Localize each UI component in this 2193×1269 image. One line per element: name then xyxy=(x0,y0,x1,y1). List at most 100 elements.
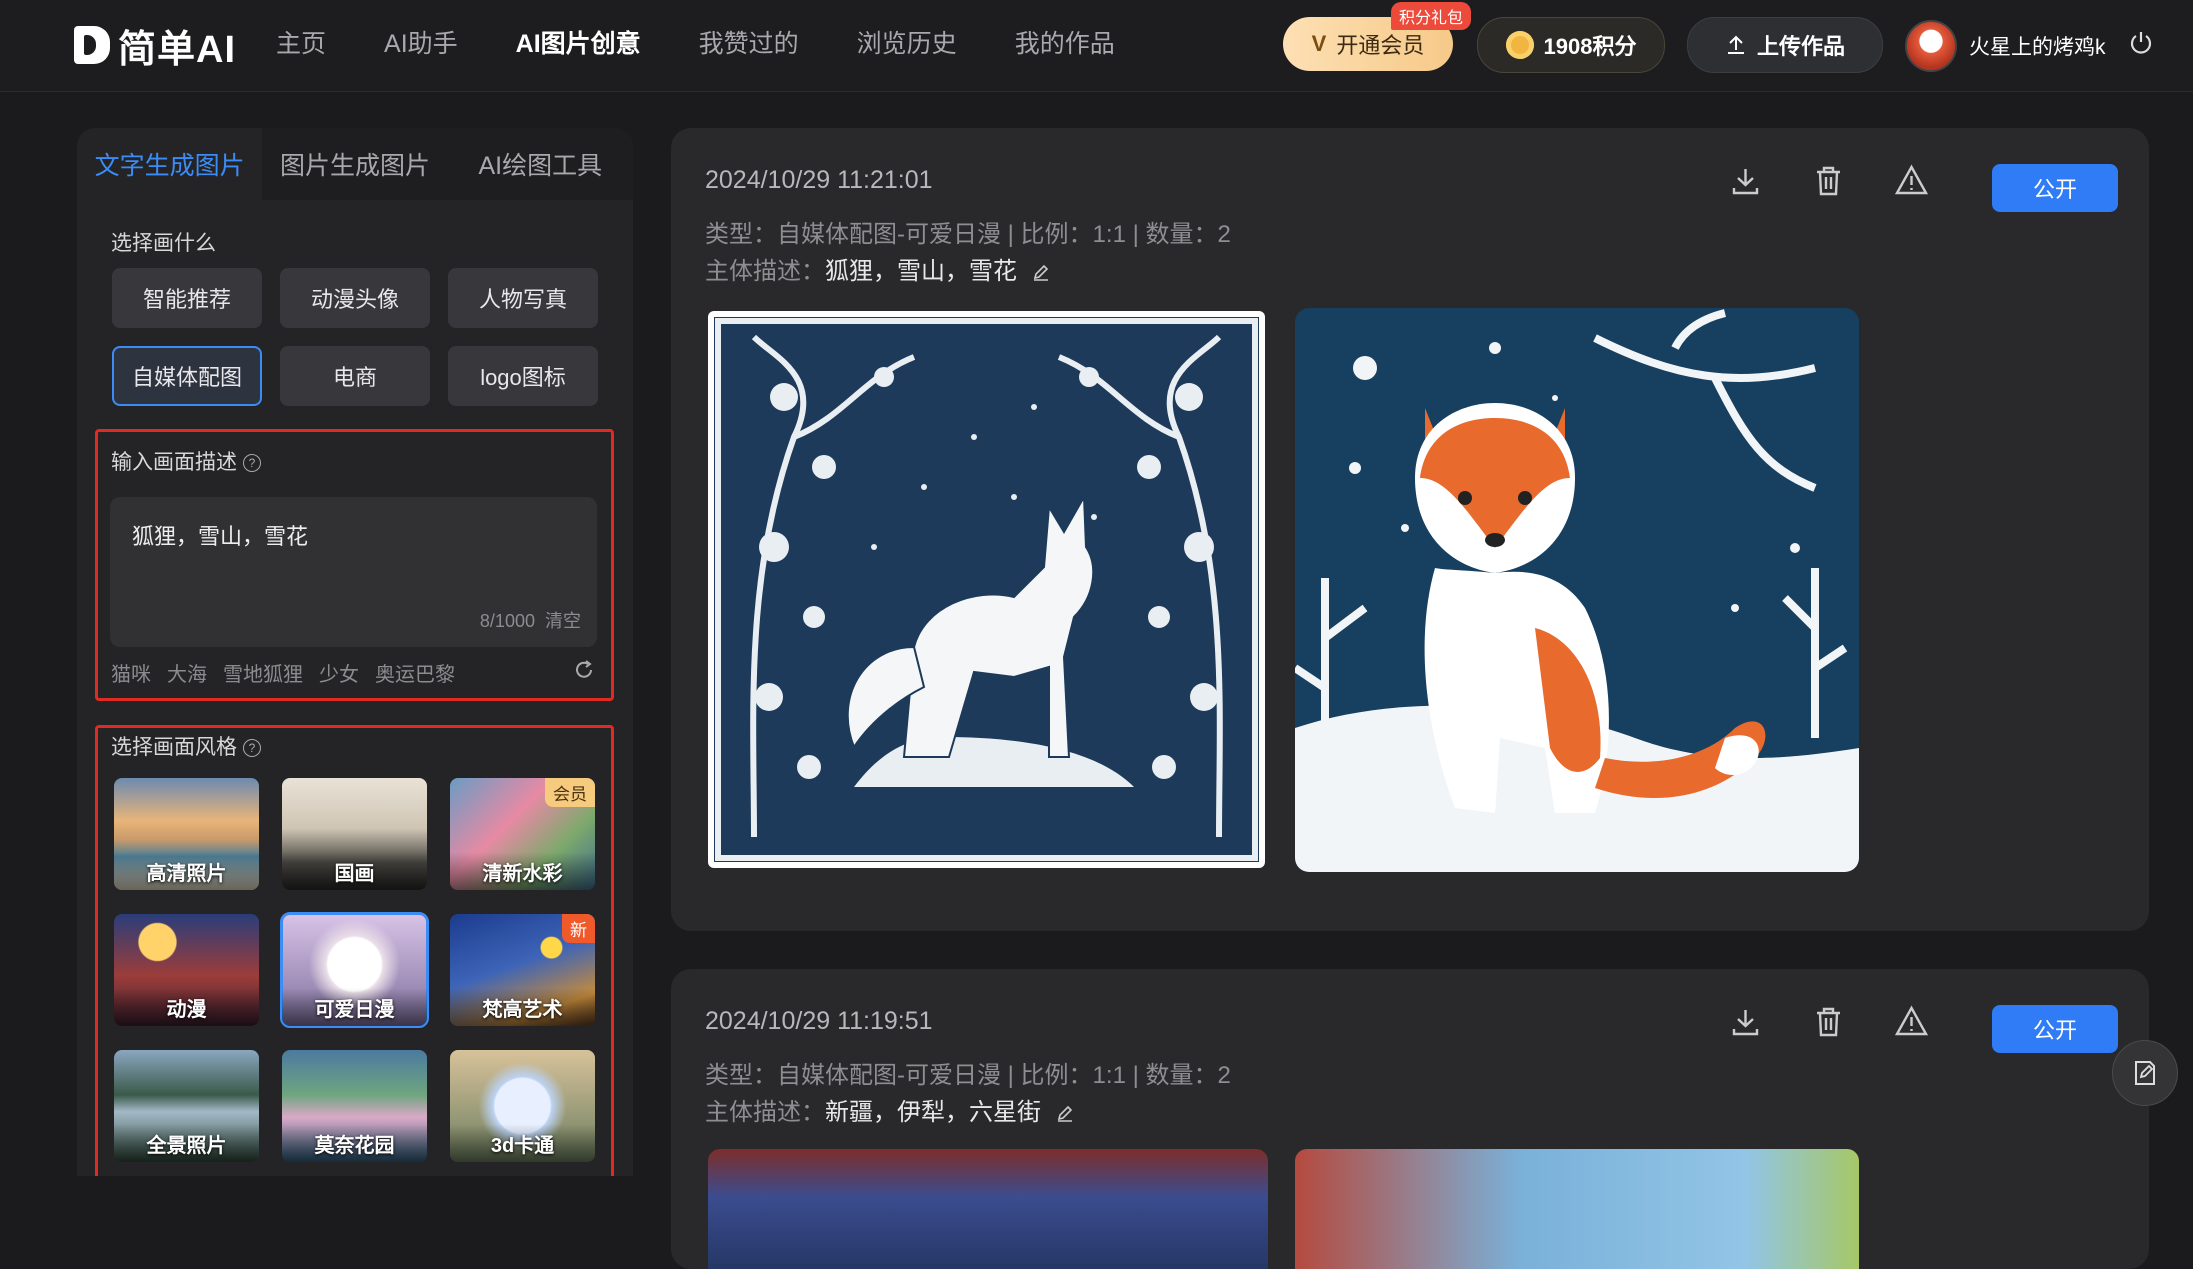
upload-button[interactable]: 上传作品 xyxy=(1687,17,1883,73)
edit-icon[interactable] xyxy=(1056,1104,1074,1122)
user-menu[interactable]: 火星上的烤鸡k xyxy=(1905,20,2106,72)
category-anime-avatar[interactable]: 动漫头像 xyxy=(280,268,430,328)
style-grid: 高清照片 国画 会员 清新水彩 动漫 可爱日漫 新 梵高艺术 全景照片 莫奈花园… xyxy=(114,778,595,1162)
category-portrait[interactable]: 人物写真 xyxy=(448,268,598,328)
main-nav: 主页 AI助手 AI图片创意 我赞过的 浏览历史 我的作品 xyxy=(276,26,1173,62)
logo[interactable]: 简单AI xyxy=(74,22,236,71)
fox-cartoon-image xyxy=(1295,308,1859,872)
prompt-title-text: 输入画面描述 xyxy=(111,451,237,474)
tab-text-to-image[interactable]: 文字生成图片 xyxy=(77,128,263,200)
style-label: 清新水彩 xyxy=(450,852,595,890)
suggestion-list: 猫咪 大海 雪地狐狸 少女 奥运巴黎 xyxy=(111,658,455,687)
style-hd-photo[interactable]: 高清照片 xyxy=(114,778,259,890)
style-label: 动漫 xyxy=(114,988,259,1026)
result-subject: 主体描述：新疆，伊犁，六星街 xyxy=(705,1092,1074,1127)
points-button[interactable]: 1908积分 xyxy=(1477,17,1665,73)
suggestion-item[interactable]: 雪地狐狸 xyxy=(223,658,303,687)
nav-history[interactable]: 浏览历史 xyxy=(857,26,957,62)
nav-my-works[interactable]: 我的作品 xyxy=(1015,26,1115,62)
style-label: 可爱日漫 xyxy=(282,988,427,1026)
style-chinese-painting[interactable]: 国画 xyxy=(282,778,427,890)
logo-mark-icon xyxy=(74,26,110,64)
download-icon[interactable] xyxy=(1729,1005,1762,1038)
style-cute-anime[interactable]: 可爱日漫 xyxy=(280,912,429,1028)
coin-icon xyxy=(1505,31,1534,59)
style-panorama[interactable]: 全景照片 xyxy=(114,1050,259,1162)
style-anime[interactable]: 动漫 xyxy=(114,914,259,1026)
style-watercolor[interactable]: 会员 清新水彩 xyxy=(450,778,595,890)
subject-value: 狐狸，雪山，雪花 xyxy=(825,258,1017,285)
prompt-counter: 8/1000 清空 xyxy=(480,607,581,633)
style-label: 3d卡通 xyxy=(450,1124,595,1162)
suggestion-item[interactable]: 猫咪 xyxy=(111,658,151,687)
generator-panel: 文字生成图片 图片生成图片 AI绘图工具 选择画什么 智能推荐 动漫头像 人物写… xyxy=(77,128,633,1176)
report-icon[interactable] xyxy=(1895,164,1928,197)
nav-ai-image[interactable]: AI图片创意 xyxy=(516,26,641,62)
style-title: 选择画面风格? xyxy=(111,731,261,761)
result-actions xyxy=(1729,164,1928,197)
tab-image-to-image[interactable]: 图片生成图片 xyxy=(262,128,448,200)
category-logo[interactable]: logo图标 xyxy=(448,346,598,406)
tab-ai-tools[interactable]: AI绘图工具 xyxy=(447,128,633,200)
vip-badge: 会员 xyxy=(545,778,595,807)
result-date: 2024/10/29 11:19:51 xyxy=(705,1007,933,1035)
result-type: 类型：自媒体配图-可爱日漫 | 比例：1:1 | 数量：2 xyxy=(705,1062,1231,1089)
category-ecommerce[interactable]: 电商 xyxy=(280,346,430,406)
prompt-value: 狐狸，雪山，雪花 xyxy=(132,524,309,549)
new-badge: 新 xyxy=(562,914,595,943)
style-label: 莫奈花园 xyxy=(282,1124,427,1162)
vip-icon: V xyxy=(1311,31,1327,56)
prompt-title: 输入画面描述? xyxy=(111,446,261,476)
suggestion-item[interactable]: 大海 xyxy=(167,658,207,687)
upload-icon xyxy=(1727,35,1744,54)
suggestion-item[interactable]: 少女 xyxy=(319,658,359,687)
result-image[interactable] xyxy=(708,1149,1268,1269)
power-icon[interactable] xyxy=(2128,30,2154,56)
result-date: 2024/10/29 11:21:01 xyxy=(705,166,933,194)
edit-icon[interactable] xyxy=(1032,263,1050,281)
result-image[interactable] xyxy=(1295,308,1859,872)
category-media[interactable]: 自媒体配图 xyxy=(112,346,262,406)
nav-liked[interactable]: 我赞过的 xyxy=(699,26,799,62)
subject-value: 新疆，伊犁，六星街 xyxy=(825,1099,1041,1126)
result-image[interactable] xyxy=(708,311,1265,868)
delete-icon[interactable] xyxy=(1812,164,1845,197)
style-label: 梵高艺术 xyxy=(450,988,595,1026)
style-label: 高清照片 xyxy=(114,852,259,890)
feedback-button[interactable] xyxy=(2112,1040,2178,1106)
upload-label: 上传作品 xyxy=(1756,34,1845,59)
points-label: 1908积分 xyxy=(1543,34,1637,59)
public-button[interactable]: 公开 xyxy=(1992,1005,2118,1053)
generator-tabs: 文字生成图片 图片生成图片 AI绘图工具 xyxy=(77,128,633,200)
help-icon[interactable]: ? xyxy=(243,454,261,472)
style-van-gogh[interactable]: 新 梵高艺术 xyxy=(450,914,595,1026)
category-smart[interactable]: 智能推荐 xyxy=(112,268,262,328)
logo-text: 简单AI xyxy=(118,28,237,71)
result-actions xyxy=(1729,1005,1928,1038)
download-icon[interactable] xyxy=(1729,164,1762,197)
vip-label: 开通会员 xyxy=(1336,33,1425,58)
style-title-text: 选择画面风格 xyxy=(111,736,237,759)
result-card: 2024/10/29 11:19:51 类型：自媒体配图-可爱日漫 | 比例：1… xyxy=(671,969,2149,1269)
suggestion-item[interactable]: 奥运巴黎 xyxy=(375,658,455,687)
help-icon[interactable]: ? xyxy=(243,739,261,757)
nav-home[interactable]: 主页 xyxy=(276,26,326,62)
top-nav-bar: 简单AI 主页 AI助手 AI图片创意 我赞过的 浏览历史 我的作品 V 开通会… xyxy=(0,0,2193,92)
refresh-icon[interactable] xyxy=(573,659,595,681)
style-3d-cartoon[interactable]: 3d卡通 xyxy=(450,1050,595,1162)
avatar xyxy=(1905,20,1957,72)
vip-gift-tag: 积分礼包 xyxy=(1391,2,1472,30)
result-image[interactable] xyxy=(1295,1149,1859,1269)
style-label: 国画 xyxy=(282,852,427,890)
nav-ai-assistant[interactable]: AI助手 xyxy=(384,26,458,62)
style-monet[interactable]: 莫奈花园 xyxy=(282,1050,427,1162)
public-button[interactable]: 公开 xyxy=(1992,164,2118,212)
report-icon[interactable] xyxy=(1895,1005,1928,1038)
fox-papercut-image xyxy=(714,317,1259,862)
clear-button[interactable]: 清空 xyxy=(545,611,581,631)
style-label: 全景照片 xyxy=(114,1124,259,1162)
delete-icon[interactable] xyxy=(1812,1005,1845,1038)
edit-note-icon xyxy=(2135,1061,2155,1085)
prompt-input[interactable]: 狐狸，雪山，雪花 8/1000 清空 xyxy=(110,497,597,647)
choose-title: 选择画什么 xyxy=(111,232,216,255)
